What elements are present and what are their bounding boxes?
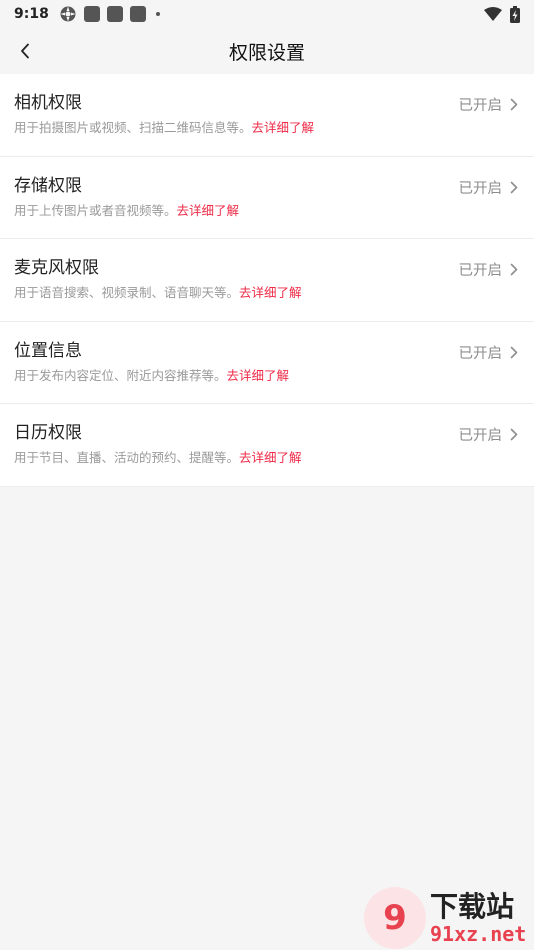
watermark-logo-icon: 9 bbox=[364, 887, 426, 949]
site-watermark: 9 下载站 91xz.net bbox=[364, 886, 534, 950]
permission-desc-text: 用于发布内容定位、附近内容推荐等。 bbox=[14, 367, 227, 383]
permission-title: 位置信息 bbox=[14, 340, 82, 361]
status-text: 已开启 bbox=[458, 180, 503, 197]
watermark-en: 91xz.net bbox=[430, 922, 527, 946]
permission-desc-text: 用于上传图片或者音视频等。 bbox=[14, 202, 177, 218]
status-text: 已开启 bbox=[458, 98, 503, 114]
permission-title: 日历权限 bbox=[14, 423, 82, 443]
notification-icons bbox=[59, 5, 160, 23]
chevron-right-icon bbox=[510, 346, 518, 358]
learn-more-link[interactable]: 去详细了解 bbox=[227, 368, 290, 383]
permission-title: 存储权限 bbox=[14, 175, 82, 196]
learn-more-link[interactable]: 去详细了解 bbox=[177, 203, 240, 218]
permission-desc-text: 用于拍摄图片或视频、扫描二维码信息等。 bbox=[14, 120, 252, 135]
permission-list: 相机权限 用于拍摄图片或视频、扫描二维码信息等。去详细了解 已开启 存储权限 用… bbox=[0, 74, 534, 487]
status-bar: 9:18 bbox=[0, 0, 534, 28]
permission-status: 已开启 bbox=[459, 259, 519, 280]
permission-title: 相机权限 bbox=[14, 93, 82, 113]
app-notification-icon bbox=[106, 6, 123, 22]
permission-item-location[interactable]: 位置信息 用于发布内容定位、附近内容推荐等。去详细了解 已开启 bbox=[0, 322, 534, 404]
permission-status: 已开启 bbox=[459, 424, 519, 445]
chevron-left-icon bbox=[21, 43, 29, 59]
permission-desc-text: 用于语音搜索、视频录制、语音聊天等。 bbox=[14, 285, 240, 300]
status-time: 9:18 bbox=[14, 6, 49, 22]
more-notifications-icon bbox=[155, 12, 160, 16]
learn-more-link[interactable]: 去详细了解 bbox=[252, 120, 315, 135]
permission-status: 已开启 bbox=[459, 177, 519, 198]
chevron-right-icon bbox=[510, 428, 518, 441]
permission-title: 麦克风权限 bbox=[14, 258, 99, 278]
permission-desc: 用于拍摄图片或视频、扫描二维码信息等。去详细了解 bbox=[14, 119, 520, 137]
chevron-right-icon bbox=[510, 263, 518, 276]
permission-item-camera[interactable]: 相机权限 用于拍摄图片或视频、扫描二维码信息等。去详细了解 已开启 bbox=[0, 74, 534, 157]
permission-desc: 用于节目、直播、活动的预约、提醒等。去详细了解 bbox=[14, 449, 520, 467]
permission-item-microphone[interactable]: 麦克风权限 用于语音搜索、视频录制、语音聊天等。去详细了解 已开启 bbox=[0, 239, 534, 322]
permission-desc: 用于语音搜索、视频录制、语音聊天等。去详细了解 bbox=[14, 284, 520, 302]
back-button[interactable] bbox=[8, 34, 42, 68]
chevron-right-icon bbox=[510, 181, 518, 193]
battery-charging-icon bbox=[510, 5, 520, 23]
chevron-right-icon bbox=[510, 98, 518, 111]
watermark-text: 下载站 91xz.net bbox=[430, 890, 527, 946]
app-notification-icon bbox=[83, 6, 100, 22]
permission-status: 已开启 bbox=[459, 94, 519, 115]
learn-more-link[interactable]: 去详细了解 bbox=[239, 285, 302, 300]
permission-desc: 用于发布内容定位、附近内容推荐等。去详细了解 bbox=[14, 367, 520, 385]
page-title: 权限设置 bbox=[228, 41, 305, 64]
status-text: 已开启 bbox=[458, 345, 503, 362]
top-bar: 权限设置 bbox=[0, 28, 534, 74]
permission-desc: 用于上传图片或者音视频等。去详细了解 bbox=[14, 202, 520, 220]
permission-item-storage[interactable]: 存储权限 用于上传图片或者音视频等。去详细了解 已开启 bbox=[0, 157, 534, 239]
app-notification-icon bbox=[129, 6, 146, 22]
status-text: 已开启 bbox=[458, 428, 503, 444]
permission-desc-text: 用于节目、直播、活动的预约、提醒等。 bbox=[14, 450, 240, 465]
permission-item-calendar[interactable]: 日历权限 用于节目、直播、活动的预约、提醒等。去详细了解 已开启 bbox=[0, 404, 534, 487]
wifi-icon bbox=[484, 7, 502, 21]
learn-more-link[interactable]: 去详细了解 bbox=[239, 450, 302, 465]
settings-icon bbox=[60, 6, 76, 22]
watermark-cn: 下载站 bbox=[430, 890, 515, 923]
permission-status: 已开启 bbox=[459, 342, 519, 363]
status-text: 已开启 bbox=[458, 263, 503, 279]
